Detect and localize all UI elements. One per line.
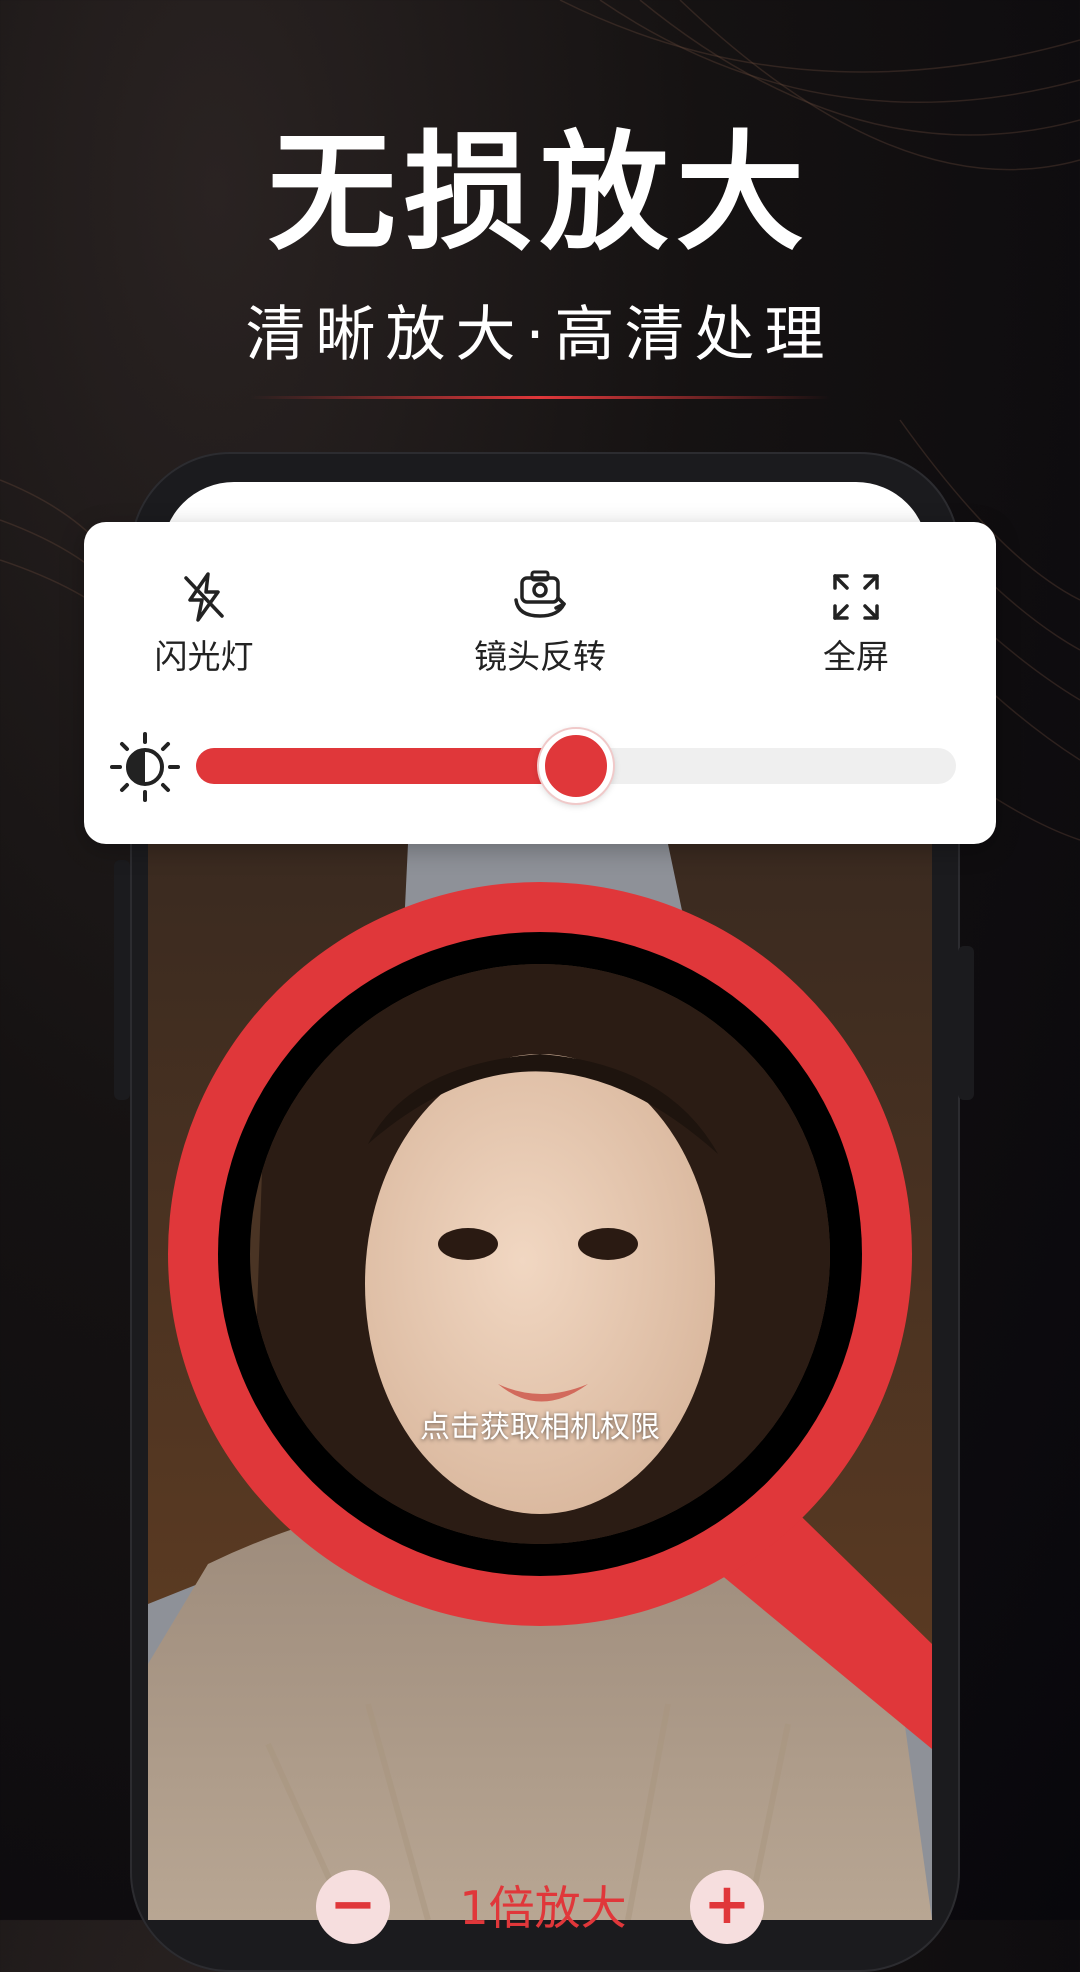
flash-toggle[interactable]: 闪光灯	[104, 562, 304, 678]
accent-divider	[250, 396, 830, 399]
brightness-slider[interactable]	[196, 729, 956, 803]
magnifier-overlay[interactable]	[148, 844, 932, 1920]
camera-flip-button[interactable]: 镜头反转	[440, 562, 640, 678]
phone-side-button-right	[958, 946, 974, 1100]
camera-flip-label: 镜头反转	[474, 637, 606, 676]
flash-label: 闪光灯	[154, 637, 254, 676]
fullscreen-label: 全屏	[823, 637, 889, 676]
zoom-controls: − 1倍放大 +	[148, 1860, 932, 1944]
camera-permission-prompt[interactable]: 点击获取相机权限	[320, 1402, 760, 1446]
fullscreen-button[interactable]: 全屏	[756, 562, 956, 678]
brightness-icon	[110, 732, 180, 802]
subtitle: 清晰放大·高清处理	[245, 300, 835, 370]
phone-side-button-left	[114, 860, 130, 1100]
slider-thumb[interactable]	[539, 729, 613, 803]
control-panel: 闪光灯 镜头反转 全屏	[84, 522, 996, 844]
camera-flip-icon	[514, 570, 566, 618]
zoom-level-label: 1倍放大	[459, 1881, 627, 1935]
fullscreen-icon	[833, 574, 879, 620]
zoom-out-button[interactable]: −	[316, 1870, 390, 1944]
headline: 无损放大	[267, 119, 812, 268]
zoom-in-button[interactable]: +	[690, 1870, 764, 1944]
slider-fill	[196, 748, 556, 784]
flash-off-icon	[184, 572, 224, 622]
